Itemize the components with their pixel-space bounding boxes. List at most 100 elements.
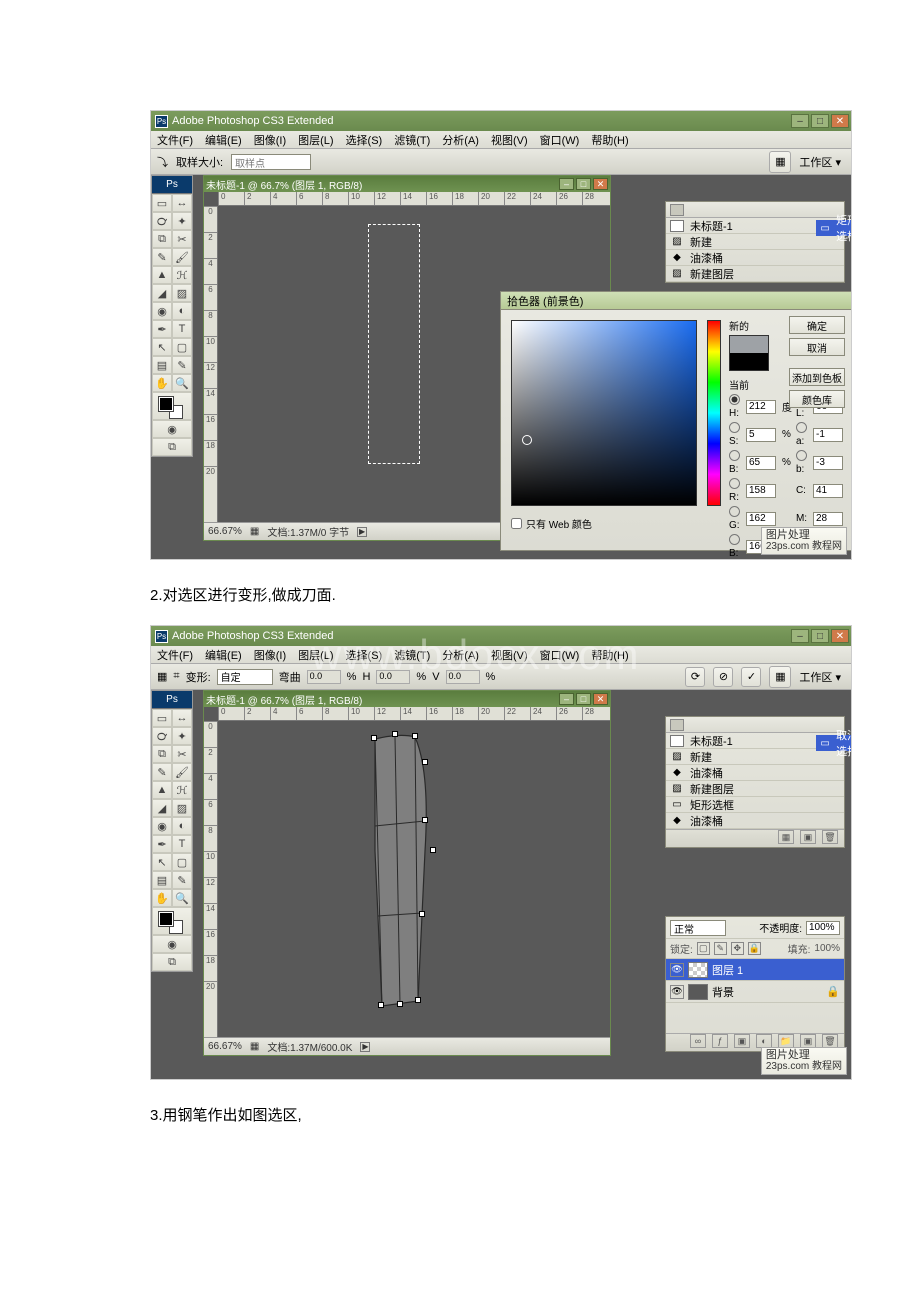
history-item[interactable]: ▨新建	[666, 749, 844, 765]
dodge-tool[interactable]: ◐	[172, 817, 192, 835]
menu-help[interactable]: 帮助(H)	[585, 647, 634, 663]
go-to-bridge-button[interactable]: ▦	[769, 666, 791, 688]
menu-window[interactable]: 窗口(W)	[534, 647, 586, 663]
menu-window[interactable]: 窗口(W)	[534, 132, 586, 148]
zoom-tool[interactable]: 🔍	[172, 889, 192, 907]
menu-analysis[interactable]: 分析(A)	[436, 132, 485, 148]
type-tool[interactable]: T	[172, 320, 192, 338]
eye-icon[interactable]: 👁	[670, 963, 684, 977]
history-item[interactable]: ◆油漆桶	[666, 813, 844, 829]
doc-min-button[interactable]: –	[559, 178, 574, 190]
warp-type-select[interactable]: 自定	[217, 669, 273, 685]
go-to-bridge-button[interactable]: ▦	[769, 151, 791, 173]
canvas[interactable]	[218, 721, 610, 1037]
menu-edit[interactable]: 编辑(E)	[199, 647, 248, 663]
swap-warp-button[interactable]: ⟳	[685, 667, 705, 687]
lock-pixels-icon[interactable]: ▢	[697, 942, 710, 955]
doc-zoom[interactable]: 66.67%	[208, 526, 242, 537]
picker-h-input[interactable]	[746, 400, 776, 414]
doc-max-button[interactable]: □	[576, 693, 591, 705]
heal-tool[interactable]: ✎	[152, 763, 172, 781]
hand-tool[interactable]: ✋	[152, 889, 172, 907]
menu-view[interactable]: 视图(V)	[485, 132, 534, 148]
zoom-tool[interactable]: 🔍	[172, 374, 192, 392]
warp-grid-icon[interactable]: ⌗	[173, 670, 179, 683]
screen-mode-button[interactable]: ⧉	[152, 953, 192, 971]
eyedropper-tool[interactable]: ✎	[172, 871, 192, 889]
pen-tool[interactable]: ✒	[152, 835, 172, 853]
wand-tool[interactable]: ✦	[172, 212, 192, 230]
slice-tool[interactable]: ✂	[172, 230, 192, 248]
window-close-button[interactable]: ✕	[831, 629, 849, 643]
crop-tool[interactable]: ⧉	[152, 230, 172, 248]
menu-filter[interactable]: 滤镜(T)	[388, 132, 436, 148]
history-item[interactable]: ▨新建图层	[666, 781, 844, 797]
menu-layer[interactable]: 图层(L)	[292, 647, 339, 663]
quick-mask-button[interactable]: ◉	[152, 935, 192, 953]
window-min-button[interactable]: –	[791, 629, 809, 643]
menu-help[interactable]: 帮助(H)	[585, 132, 634, 148]
blur-tool[interactable]: ◉	[152, 302, 172, 320]
type-tool[interactable]: T	[172, 835, 192, 853]
panel-tab-icon[interactable]	[670, 204, 684, 216]
doc-close-button[interactable]: ✕	[593, 693, 608, 705]
lasso-tool[interactable]: ℺	[152, 212, 172, 230]
marquee-tool[interactable]: ▭	[152, 194, 172, 212]
picker-ok-button[interactable]: 确定	[789, 316, 845, 334]
menu-analysis[interactable]: 分析(A)	[436, 647, 485, 663]
history-new-button[interactable]: ▣	[800, 830, 816, 844]
workspace-dropdown[interactable]: 工作区 ▾	[799, 669, 841, 685]
status-arrow[interactable]: ▶	[360, 1042, 370, 1052]
workspace-dropdown[interactable]: 工作区 ▾	[799, 154, 841, 170]
picker-c-input[interactable]	[813, 484, 843, 498]
shape-tool[interactable]: ▢	[172, 338, 192, 356]
layer-mask-button[interactable]: ▣	[734, 1034, 750, 1048]
gradient-tool[interactable]: ▨	[172, 284, 192, 302]
eye-icon[interactable]: 👁	[670, 985, 684, 999]
picker-b-input[interactable]	[746, 456, 776, 470]
window-max-button[interactable]: □	[811, 629, 829, 643]
history-item-selected[interactable]: ▭取消选择	[816, 735, 852, 751]
menu-select[interactable]: 选择(S)	[340, 132, 389, 148]
web-colors-checkbox[interactable]: 只有 Web 颜色	[511, 516, 707, 531]
history-brush-tool[interactable]: ℋ	[172, 781, 192, 799]
lock-paint-icon[interactable]: ✎	[714, 942, 727, 955]
picker-a-input[interactable]	[813, 428, 843, 442]
blend-mode-select[interactable]: 正常	[670, 920, 726, 936]
history-snapshot-button[interactable]: ▦	[778, 830, 794, 844]
layer-row[interactable]: 👁 背景 🔒	[666, 981, 844, 1003]
hue-slider[interactable]	[707, 320, 721, 506]
lasso-tool[interactable]: ℺	[152, 727, 172, 745]
picker-library-button[interactable]: 颜色库	[789, 390, 845, 408]
history-item[interactable]: ▭矩形选框	[666, 797, 844, 813]
picker-add-swatch-button[interactable]: 添加到色板	[789, 368, 845, 386]
history-item[interactable]: ◆油漆桶	[666, 250, 844, 266]
menu-file[interactable]: 文件(F)	[151, 647, 199, 663]
opacity-input[interactable]: 100%	[806, 921, 840, 935]
doc-zoom[interactable]: 66.67%	[208, 1041, 242, 1052]
picker-b2-input[interactable]	[813, 456, 843, 470]
crop-tool[interactable]: ⧉	[152, 745, 172, 763]
status-arrow[interactable]: ▶	[357, 527, 367, 537]
menu-filter[interactable]: 滤镜(T)	[388, 647, 436, 663]
layer-name[interactable]: 图层 1	[712, 962, 743, 978]
eyedropper-tool[interactable]: ✎	[172, 356, 192, 374]
stamp-tool[interactable]: ▲	[152, 781, 172, 799]
wand-tool[interactable]: ✦	[172, 727, 192, 745]
menu-view[interactable]: 视图(V)	[485, 647, 534, 663]
shape-tool[interactable]: ▢	[172, 853, 192, 871]
layer-name[interactable]: 背景	[712, 984, 734, 1000]
menu-image[interactable]: 图像(I)	[248, 132, 292, 148]
lock-all-icon[interactable]: 🔒	[748, 942, 761, 955]
picker-s-input[interactable]	[746, 428, 776, 442]
lock-move-icon[interactable]: ✥	[731, 942, 744, 955]
panel-tab-icon[interactable]	[670, 719, 684, 731]
notes-tool[interactable]: ▤	[152, 871, 172, 889]
sample-size-select[interactable]: 取样点	[231, 154, 311, 170]
menu-image[interactable]: 图像(I)	[248, 647, 292, 663]
window-min-button[interactable]: –	[791, 114, 809, 128]
path-tool[interactable]: ↖	[152, 853, 172, 871]
layer-group-button[interactable]: 📁	[778, 1034, 794, 1048]
dodge-tool[interactable]: ◐	[172, 302, 192, 320]
layer-adjust-button[interactable]: ◐	[756, 1034, 772, 1048]
